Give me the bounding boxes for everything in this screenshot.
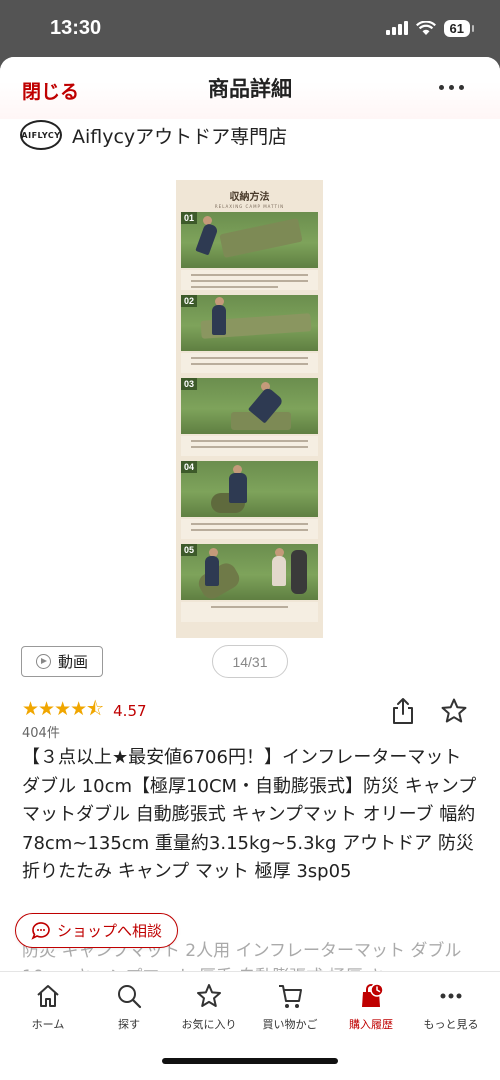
tab-cart[interactable]: 買い物かご: [248, 982, 332, 1032]
page-title: 商品詳細: [208, 77, 292, 101]
more-icon: [440, 993, 462, 999]
step-photo: [181, 544, 318, 600]
step-photo: [181, 295, 318, 351]
shop-chat-label: ショップへ相談: [56, 922, 162, 940]
star-icon: [197, 984, 221, 1007]
tab-search[interactable]: 探す: [87, 982, 171, 1032]
close-button[interactable]: 閉じる: [22, 77, 79, 104]
cart-icon: [279, 985, 302, 1008]
gallery-step: 03: [181, 378, 318, 458]
chat-icon: [31, 921, 50, 940]
tab-favorites[interactable]: お気に入り: [167, 982, 251, 1032]
battery-indicator: 61: [443, 19, 475, 37]
home-indicator: [162, 1058, 338, 1064]
step-number: 01: [181, 212, 198, 224]
product-detail-sheet: 閉じる 商品詳細 AIFLYCY Aiflycyアウトドア専門店 収納方法 RE…: [0, 57, 500, 1080]
play-icon: [35, 654, 51, 669]
product-title: 【３点以上★最安値6706円！】インフレーターマット ダブル 10cm【極厚10…: [22, 747, 477, 882]
tab-purchase-history[interactable]: 購入履歴: [329, 982, 413, 1032]
step-caption: [181, 270, 318, 290]
share-icon[interactable]: [390, 697, 416, 725]
step-number: 03: [181, 378, 198, 390]
shop-chat-button[interactable]: ショップへ相談: [15, 913, 178, 948]
review-count[interactable]: 404件: [22, 722, 60, 741]
step-caption: [181, 519, 318, 539]
step-photo: [181, 461, 318, 517]
tab-label: 買い物かご: [262, 1018, 318, 1031]
tab-label: お気に入り: [181, 1018, 237, 1031]
step-caption: [181, 436, 318, 456]
step-number: 05: [181, 544, 198, 556]
step-number: 04: [181, 461, 198, 473]
image-counter: 14/31: [212, 645, 288, 678]
shop-logo: AIFLYCY: [20, 120, 62, 150]
gallery-subheading: RELAXING CAMP MATTIN: [214, 204, 285, 209]
tab-more[interactable]: もっと見る: [409, 982, 493, 1032]
step-caption: [181, 353, 318, 373]
tab-label: 購入履歴: [349, 1018, 393, 1031]
purchase-history-icon: [362, 983, 384, 1007]
wifi-icon: [415, 21, 436, 35]
status-time: 13:30: [50, 16, 102, 39]
product-image-gallery[interactable]: 収納方法 RELAXING CAMP MATTIN 01 02 03 04 05: [176, 180, 323, 638]
gallery-step: 01: [181, 212, 318, 292]
step-caption: [181, 602, 318, 622]
gallery-step: 05: [181, 544, 318, 624]
step-number: 02: [181, 295, 198, 307]
tab-label: 探す: [118, 1018, 140, 1031]
signal-icon: [385, 21, 408, 35]
status-icons: 61: [385, 19, 475, 37]
step-photo: [181, 212, 318, 268]
search-icon: [118, 985, 142, 1009]
rating-value: 4.57: [113, 702, 147, 720]
favorite-star-icon[interactable]: [440, 697, 468, 725]
shop-name: Aiflycyアウトドア専門店: [72, 125, 288, 148]
home-icon: [37, 985, 59, 1007]
more-options-button[interactable]: [439, 85, 464, 90]
header: 閉じる 商品詳細: [0, 57, 500, 119]
gallery-step: 04: [181, 461, 318, 541]
status-bar: 13:30 61: [0, 0, 500, 56]
tab-home[interactable]: ホーム: [6, 982, 90, 1032]
tab-label: もっと見る: [423, 1018, 479, 1031]
tab-label: ホーム: [31, 1018, 65, 1031]
shop-link[interactable]: AIFLYCY Aiflycyアウトドア専門店: [20, 117, 287, 153]
gallery-step: 02: [181, 295, 318, 375]
step-photo: [181, 378, 318, 434]
video-button[interactable]: 動画: [21, 646, 103, 677]
gallery-heading: 収納方法: [229, 192, 270, 203]
video-label: 動画: [57, 653, 88, 671]
